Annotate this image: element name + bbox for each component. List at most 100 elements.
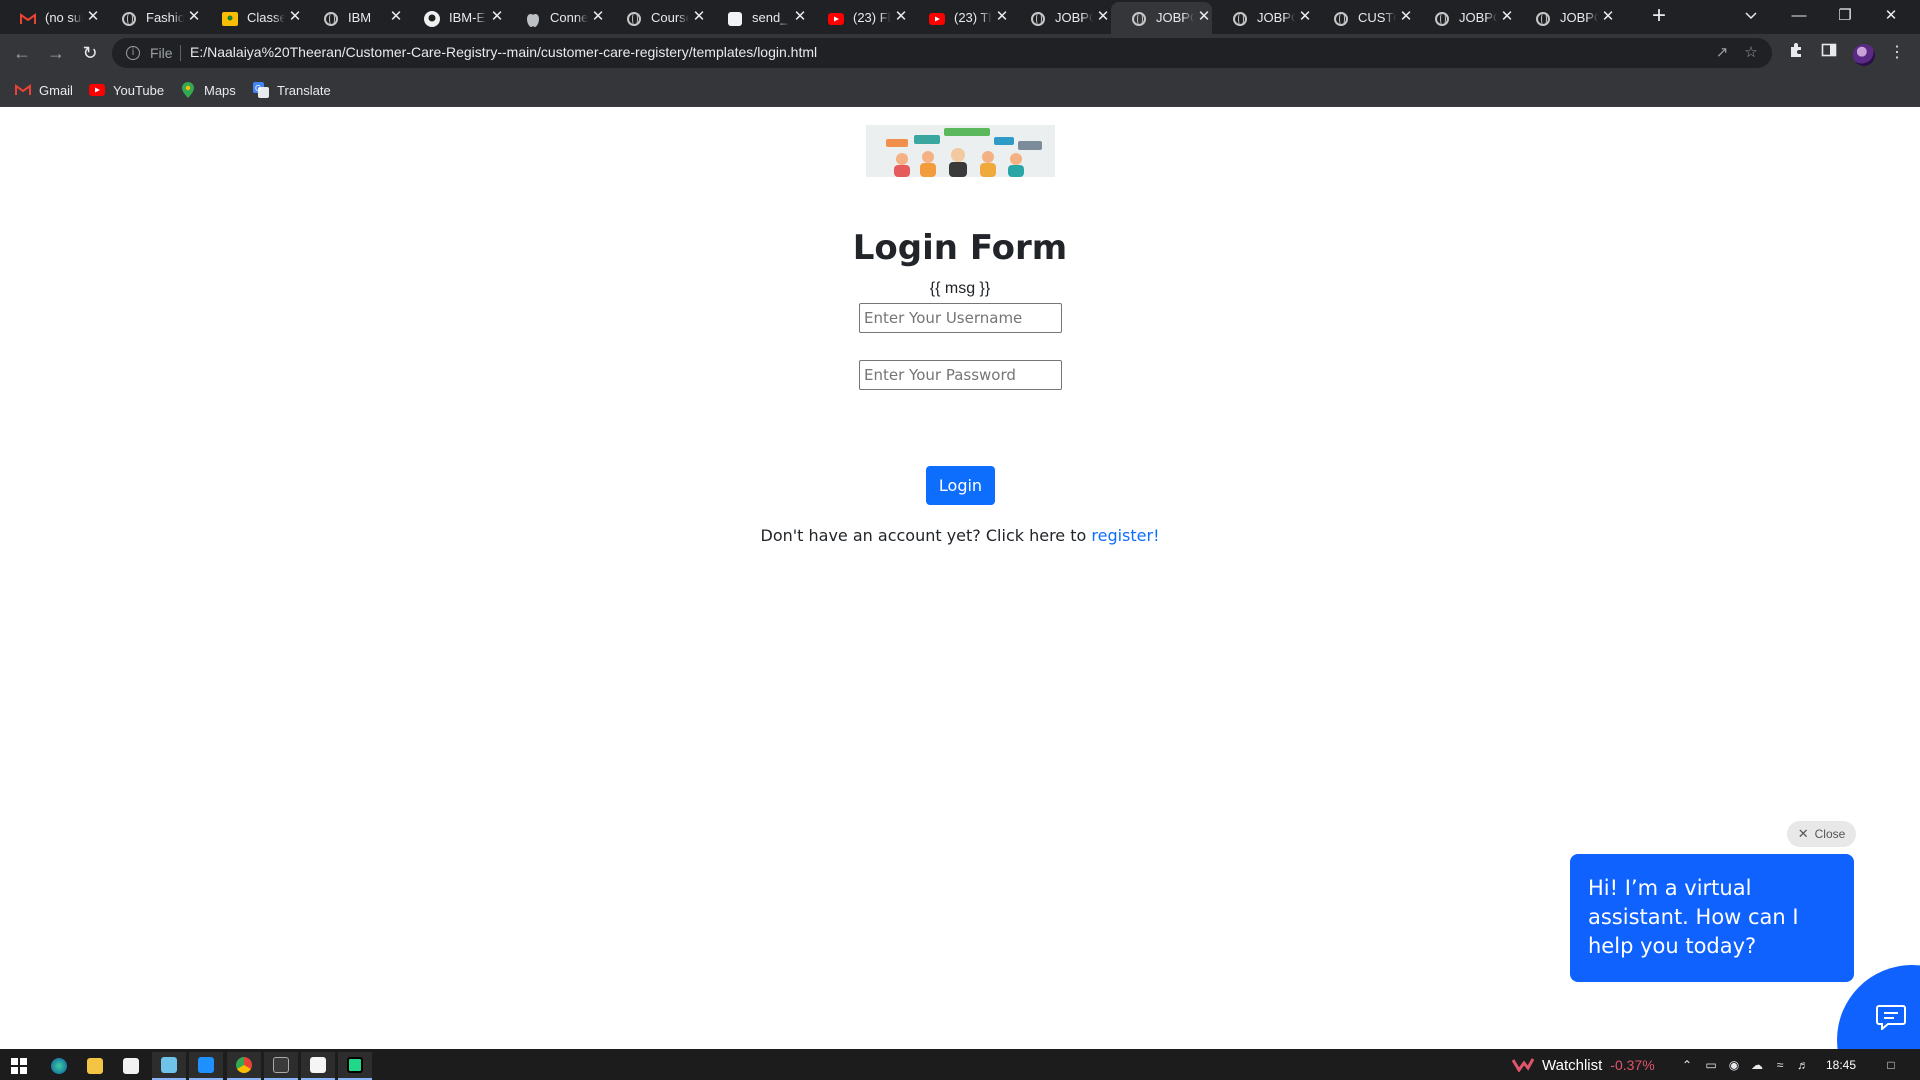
- volume-icon[interactable]: ♬: [1795, 1057, 1811, 1073]
- close-tab-icon[interactable]: ✕: [1600, 9, 1616, 25]
- store-icon[interactable]: [114, 1052, 148, 1080]
- close-tab-icon[interactable]: ✕: [1398, 9, 1414, 25]
- browser-tab[interactable]: IBM-E ✕: [404, 2, 505, 34]
- tab-search-button[interactable]: [1741, 7, 1761, 27]
- gmail-icon: [15, 82, 31, 98]
- reload-button[interactable]: ↻: [79, 42, 101, 64]
- bookmark-star-icon[interactable]: ☆: [1742, 44, 1760, 62]
- bookmark-maps[interactable]: Maps: [180, 81, 236, 99]
- wifi-icon[interactable]: ≈: [1772, 1057, 1788, 1073]
- side-panel-icon[interactable]: [1818, 42, 1840, 64]
- password-input[interactable]: [859, 360, 1062, 390]
- globe-icon: [1030, 11, 1046, 27]
- apple-icon: [525, 11, 541, 27]
- file-explorer-icon[interactable]: [78, 1052, 112, 1080]
- close-tab-icon[interactable]: ✕: [1499, 9, 1515, 25]
- close-tab-icon[interactable]: ✕: [893, 9, 909, 25]
- github-icon: [424, 11, 440, 27]
- browser-tab[interactable]: Course ✕: [606, 2, 707, 34]
- notifications-icon[interactable]: □: [1883, 1057, 1899, 1073]
- browser-tab[interactable]: JOBPO✕: [1212, 2, 1313, 34]
- browser-tab[interactable]: Fashion✕: [101, 2, 202, 34]
- register-link[interactable]: register!: [1091, 526, 1159, 545]
- browser-tab[interactable]: (23) Tl ✕: [909, 2, 1010, 34]
- globe-icon: [1333, 11, 1349, 27]
- close-tab-icon[interactable]: ✕: [489, 9, 505, 25]
- browser-tab[interactable]: IBM ✕: [303, 2, 404, 34]
- chat-close-label: Close: [1814, 827, 1846, 841]
- back-button[interactable]: ←: [11, 42, 33, 64]
- youtube-icon: [929, 11, 945, 27]
- globe-icon: [1131, 11, 1147, 27]
- close-tab-icon[interactable]: ✕: [590, 9, 606, 25]
- classroom-icon: [222, 11, 238, 27]
- address-bar[interactable]: i File E:/Naalaiya%20Theeran/Customer-Ca…: [112, 38, 1772, 68]
- tab-title: JOBPO: [1257, 10, 1295, 25]
- profile-avatar[interactable]: [1853, 44, 1875, 66]
- menu-kebab-icon[interactable]: ⋮: [1886, 42, 1908, 64]
- window-close-button[interactable]: ✕: [1868, 0, 1914, 32]
- browser-tab[interactable]: JOBPO✕: [1414, 2, 1515, 34]
- close-tab-icon[interactable]: ✕: [792, 9, 808, 25]
- browser-tab[interactable]: JOBPO✕: [1111, 2, 1212, 34]
- watchlist-label: Watchlist: [1542, 1056, 1603, 1074]
- browser-tab[interactable]: send_ ✕: [707, 2, 808, 34]
- chrome-icon[interactable]: [227, 1052, 261, 1080]
- browser-tab[interactable]: JOBPO✕: [1010, 2, 1111, 34]
- new-tab-button[interactable]: +: [1648, 4, 1670, 28]
- sticky-notes-icon[interactable]: [301, 1052, 335, 1080]
- forward-button[interactable]: →: [45, 42, 67, 64]
- notepad-icon[interactable]: [152, 1052, 186, 1080]
- close-tab-icon[interactable]: ✕: [1297, 9, 1313, 25]
- omnibox-divider: [180, 45, 181, 61]
- windows-start-icon[interactable]: [2, 1052, 36, 1080]
- bookmark-gmail[interactable]: Gmail: [15, 81, 73, 99]
- tab-title: CUSTO: [1358, 10, 1396, 25]
- username-input[interactable]: [859, 303, 1062, 333]
- gmail-icon: [20, 11, 36, 27]
- bookmark-translate[interactable]: G Translate: [253, 81, 331, 99]
- app-icon[interactable]: [189, 1052, 223, 1080]
- browser-tab[interactable]: CUSTO✕: [1313, 2, 1414, 34]
- customer-care-logo: [866, 125, 1055, 177]
- close-tab-icon[interactable]: ✕: [994, 9, 1010, 25]
- share-icon[interactable]: ↗: [1713, 44, 1731, 62]
- tab-title: JOBPO: [1459, 10, 1497, 25]
- browser-tab[interactable]: JOBPO✕: [1515, 2, 1616, 34]
- close-tab-icon[interactable]: ✕: [1095, 9, 1111, 25]
- chat-greeting-bubble[interactable]: Hi! I’m a virtual assistant. How can I h…: [1570, 854, 1854, 982]
- browser-tab[interactable]: Classes✕: [202, 2, 303, 34]
- battery-icon[interactable]: ▭: [1703, 1057, 1719, 1073]
- meet-now-icon[interactable]: ◉: [1726, 1057, 1742, 1073]
- maps-icon: [180, 82, 196, 98]
- tab-title: IBM: [348, 10, 372, 25]
- terminal-icon[interactable]: [264, 1052, 298, 1080]
- watchlist-widget[interactable]: Watchlist -0.37%: [1512, 1056, 1655, 1074]
- tab-title: (23) Fl: [853, 10, 891, 25]
- login-button[interactable]: Login: [926, 466, 995, 505]
- tab-title: Connect: [550, 10, 588, 25]
- pycharm-icon[interactable]: [338, 1052, 372, 1080]
- browser-tab[interactable]: (no subject)✕: [0, 2, 101, 34]
- onedrive-icon[interactable]: ☁: [1749, 1057, 1765, 1073]
- chevron-up-icon[interactable]: ⌃: [1679, 1057, 1695, 1073]
- watchlist-change: -0.37%: [1610, 1057, 1655, 1073]
- close-tab-icon[interactable]: ✕: [85, 9, 101, 25]
- globe-icon: [1232, 11, 1248, 27]
- close-tab-icon[interactable]: ✕: [287, 9, 303, 25]
- edge-icon[interactable]: [42, 1052, 76, 1080]
- browser-tab[interactable]: (23) Fl ✕: [808, 2, 909, 34]
- close-tab-icon[interactable]: ✕: [691, 9, 707, 25]
- clock[interactable]: 18:45: [1826, 1058, 1856, 1072]
- url-text[interactable]: E:/Naalaiya%20Theeran/Customer-Care-Regi…: [190, 44, 817, 60]
- close-tab-icon[interactable]: ✕: [186, 9, 202, 25]
- extensions-icon[interactable]: [1785, 42, 1807, 64]
- close-tab-icon[interactable]: ✕: [1196, 9, 1212, 25]
- minimize-button[interactable]: —: [1776, 0, 1822, 32]
- close-tab-icon[interactable]: ✕: [388, 9, 404, 25]
- browser-tab[interactable]: Connect✕: [505, 2, 606, 34]
- restore-button[interactable]: ❐: [1822, 0, 1868, 32]
- bookmark-youtube[interactable]: YouTube: [89, 81, 164, 99]
- info-icon[interactable]: i: [126, 46, 140, 60]
- chat-close-button[interactable]: ✕ Close: [1787, 821, 1856, 847]
